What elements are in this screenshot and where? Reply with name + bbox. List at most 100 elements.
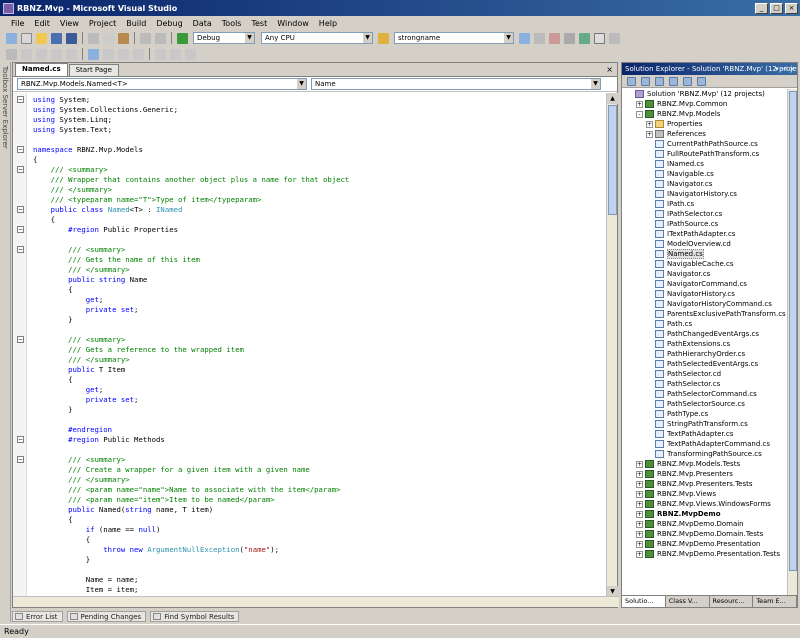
expand-icon[interactable]: +: [636, 470, 643, 478]
close-document-icon[interactable]: ×: [606, 65, 613, 74]
menu-tools[interactable]: Tools: [217, 19, 247, 28]
tool-window-tab[interactable]: Solutio...: [622, 596, 666, 607]
code-line[interactable]: /// <param name="name">Name to associate…: [33, 485, 349, 495]
prev-bookmark-icon[interactable]: [103, 48, 114, 60]
tree-item[interactable]: PathType.cs: [622, 409, 788, 419]
tab-start-page[interactable]: Start Page: [68, 64, 119, 76]
cut-icon[interactable]: [88, 32, 99, 44]
tree-item[interactable]: + RBNZ.MvpDemo.Presentation.Tests: [622, 549, 788, 559]
expand-icon[interactable]: +: [636, 480, 643, 488]
code-line[interactable]: /// Gets a reference to the wrapped item: [33, 345, 349, 355]
toolbox-label[interactable]: Toolbox Server Explorer: [1, 66, 9, 149]
add-item-icon[interactable]: [21, 32, 32, 44]
expand-icon[interactable]: +: [636, 530, 643, 538]
tree-item[interactable]: ModelOverview.cd: [622, 239, 788, 249]
code-line[interactable]: Item = item;: [33, 585, 349, 595]
code-text-area[interactable]: − − − − − − − − − using System; using System.Coll…: [13, 93, 607, 597]
options-icon[interactable]: [609, 32, 620, 44]
collapse-icon[interactable]: −: [17, 436, 24, 443]
code-line[interactable]: using System.Collections.Generic;: [33, 105, 349, 115]
code-line[interactable]: {: [33, 515, 349, 525]
code-line[interactable]: /// <summary>: [33, 245, 349, 255]
code-line[interactable]: throw new ArgumentNullException("name");: [33, 545, 349, 555]
expand-icon[interactable]: +: [636, 100, 643, 108]
code-line[interactable]: }: [33, 315, 349, 325]
code-editor[interactable]: Named.cs Start Page × RBNZ.Mvp.Models.Name…: [12, 62, 619, 608]
parameter-info-icon[interactable]: [170, 48, 181, 60]
type-select[interactable]: RBNZ.Mvp.Models.Named<T> ▼: [17, 78, 307, 90]
expand-icon[interactable]: +: [636, 510, 643, 518]
list-members-icon[interactable]: [155, 48, 166, 60]
code-line[interactable]: /// </summary>: [33, 355, 349, 365]
start-debug-icon[interactable]: [177, 32, 188, 44]
tree-item[interactable]: PathSelectedEventArgs.cs: [622, 359, 788, 369]
code-line[interactable]: #endregion: [33, 425, 349, 435]
find-combo[interactable]: strongname ▼: [394, 32, 514, 44]
code-line[interactable]: /// <summary>: [33, 455, 349, 465]
tree-item[interactable]: + References: [622, 129, 788, 139]
menu-test[interactable]: Test: [246, 19, 272, 28]
code-line[interactable]: public T Item: [33, 365, 349, 375]
code-line[interactable]: if (name == null): [33, 525, 349, 535]
tool-window-tab[interactable]: Team E...: [753, 596, 797, 607]
code-line[interactable]: /// </summary>: [33, 185, 349, 195]
collapse-icon[interactable]: −: [17, 206, 24, 213]
expand-icon[interactable]: +: [636, 520, 643, 528]
code-line[interactable]: using System.Linq;: [33, 115, 349, 125]
code-line[interactable]: /// Wrapper that contains another object…: [33, 175, 350, 185]
open-file-icon[interactable]: [36, 32, 47, 44]
tree-item[interactable]: + RBNZ.Mvp.Presenters.Tests: [622, 479, 788, 489]
member-select[interactable]: Name ▼: [311, 78, 601, 90]
tree-item[interactable]: + RBNZ.Mvp.Presenters: [622, 469, 788, 479]
tree-item[interactable]: Navigator.cs: [622, 269, 788, 279]
tree-item[interactable]: + RBNZ.Mvp.Views.WindowsForms: [622, 499, 788, 509]
properties-icon[interactable]: [627, 76, 636, 86]
expand-icon[interactable]: +: [636, 550, 643, 558]
collapse-icon[interactable]: −: [17, 96, 24, 103]
code-line[interactable]: {: [33, 535, 349, 545]
collapse-icon[interactable]: -: [636, 110, 643, 118]
save-all-icon[interactable]: [66, 32, 77, 44]
tool-window-tab[interactable]: Class V...: [666, 596, 710, 607]
tree-item[interactable]: IPathSelector.cs: [622, 209, 788, 219]
tree-item[interactable]: PathSelector.cs: [622, 379, 788, 389]
tree-item[interactable]: Path.cs: [622, 319, 788, 329]
code-line[interactable]: /// Gets the name of this item: [33, 255, 349, 265]
code-line[interactable]: private set;: [33, 305, 349, 315]
menu-help[interactable]: Help: [314, 19, 342, 28]
tree-item[interactable]: IPathSource.cs: [622, 219, 788, 229]
collapse-icon[interactable]: −: [17, 146, 24, 153]
tree-item[interactable]: PathHierarchyOrder.cs: [622, 349, 788, 359]
tree-item[interactable]: Solution 'RBNZ.Mvp' (12 projects): [622, 89, 788, 99]
close-button[interactable]: ×: [785, 2, 798, 14]
redo-icon[interactable]: [155, 32, 166, 44]
code-line[interactable]: }: [33, 405, 349, 415]
menu-project[interactable]: Project: [84, 19, 121, 28]
code-line[interactable]: Name = name;: [33, 575, 349, 585]
tree-item[interactable]: NavigatorHistory.cs: [622, 289, 788, 299]
menu-view[interactable]: View: [55, 19, 84, 28]
tree-item[interactable]: + RBNZ.Mvp.Models.Tests: [622, 459, 788, 469]
tree-item[interactable]: TextPathAdapter.cs: [622, 429, 788, 439]
expand-icon[interactable]: +: [636, 500, 643, 508]
code-line[interactable]: {: [33, 375, 349, 385]
menu-window[interactable]: Window: [272, 19, 314, 28]
code-line[interactable]: {: [33, 215, 349, 225]
comment-icon[interactable]: [51, 48, 62, 60]
tab-find-symbol-results[interactable]: Find Symbol Results: [150, 611, 240, 622]
tree-item[interactable]: StringPathTransform.cs: [622, 419, 788, 429]
code-line[interactable]: /// <summary>: [33, 165, 349, 175]
tree-item[interactable]: + RBNZ.MvpDemo.Domain: [622, 519, 788, 529]
code-line[interactable]: [33, 565, 349, 575]
tab-error-list[interactable]: Error List: [12, 611, 63, 622]
scroll-thumb[interactable]: [608, 105, 617, 215]
tree-item[interactable]: PathSelector.cd: [622, 369, 788, 379]
tree-item[interactable]: TransformingPathSource.cs: [622, 449, 788, 459]
expand-icon[interactable]: +: [636, 540, 643, 548]
code-line[interactable]: private set;: [33, 395, 349, 405]
code-line[interactable]: [33, 445, 349, 455]
editor-horizontal-scrollbar[interactable]: [13, 596, 619, 607]
tab-named-cs[interactable]: Named.cs: [15, 63, 68, 76]
tree-item[interactable]: Named.cs: [622, 249, 788, 259]
find-in-files-icon[interactable]: [378, 32, 389, 44]
